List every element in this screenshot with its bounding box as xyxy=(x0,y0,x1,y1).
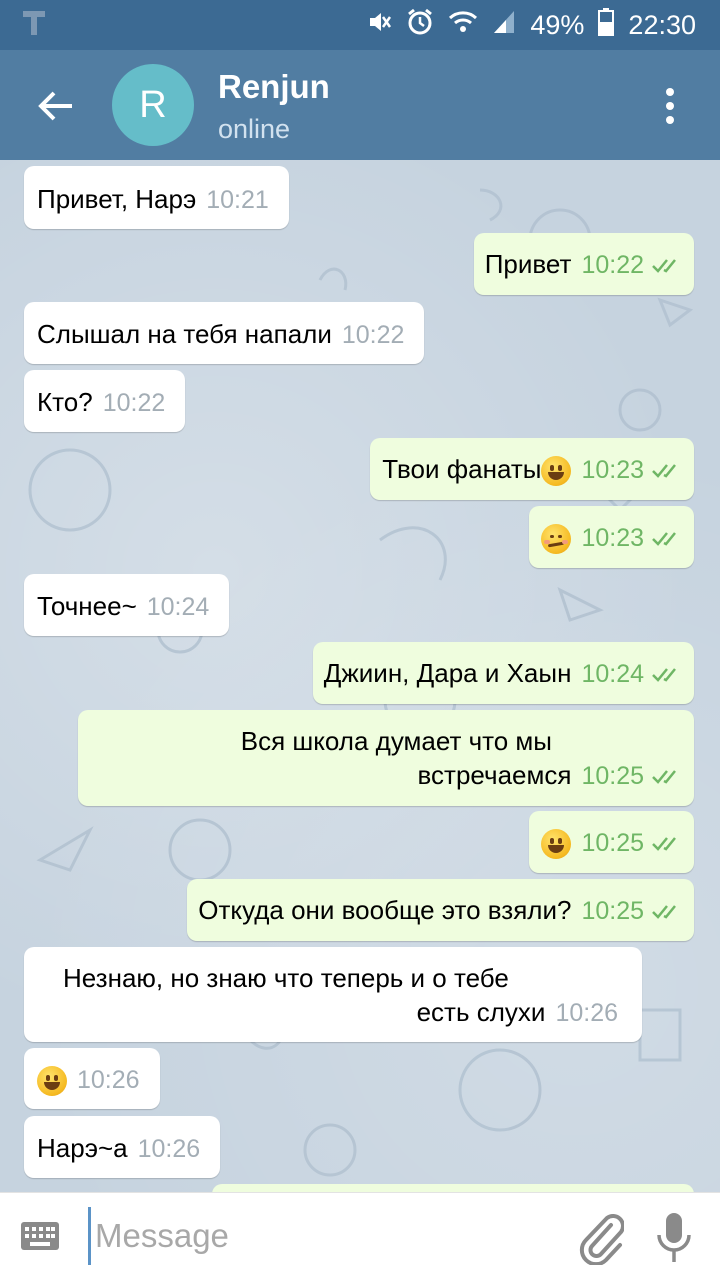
double-check-icon xyxy=(652,522,682,556)
message-text: встречаемся xyxy=(417,760,572,790)
chat-title[interactable]: Renjun xyxy=(218,68,330,106)
message-bubble-outgoing[interactable]: Привет 10:22 xyxy=(473,233,694,296)
message-time: 10:25 xyxy=(581,829,644,857)
message-bubble-outgoing[interactable]: Вся школа думает что мы встречаемся 10:25 xyxy=(78,710,694,807)
message-time: 10:24 xyxy=(146,593,210,621)
message-text: Точнее~ xyxy=(37,591,137,621)
wifi-icon xyxy=(448,9,478,42)
message-time: 10:26 xyxy=(137,1135,201,1163)
message-bubble-outgoing-partial[interactable] xyxy=(212,1184,694,1192)
message-bubble-incoming[interactable]: Привет, Нарэ 10:21 xyxy=(24,166,289,229)
message-time: 10:25 xyxy=(581,897,644,925)
back-arrow-icon[interactable] xyxy=(34,84,78,128)
message-text: Нарэ~а xyxy=(37,1133,128,1163)
message-bubble-outgoing[interactable]: Откуда они вообще это взяли? 10:25 xyxy=(187,879,694,942)
message-bubble-outgoing[interactable]: Твои фанаты 10:23 xyxy=(370,438,694,501)
alarm-icon xyxy=(406,8,434,43)
signal-icon xyxy=(492,9,516,42)
double-check-icon xyxy=(652,658,682,692)
microphone-icon[interactable] xyxy=(656,1211,692,1267)
avatar[interactable]: R xyxy=(112,64,194,146)
message-text: Джиин, Дара и Хаын xyxy=(323,658,572,688)
paperclip-icon[interactable] xyxy=(578,1211,625,1267)
chat-header: R Renjun online xyxy=(0,50,720,160)
message-time: 10:23 xyxy=(581,456,644,484)
message-bubble-incoming[interactable]: 10:26 xyxy=(24,1048,160,1109)
message-bubble-outgoing[interactable]: 10:23 xyxy=(529,506,694,569)
battery-percent: 49% xyxy=(530,10,585,40)
message-time: 10:26 xyxy=(555,999,618,1027)
keyboard-icon[interactable] xyxy=(20,1221,60,1251)
message-input[interactable] xyxy=(88,1207,557,1265)
message-time: 10:22 xyxy=(102,389,166,417)
message-text: Незнаю, но знаю что теперь и о тебе xyxy=(63,963,509,993)
message-bubble-incoming[interactable]: Слышал на тебя напали 10:22 xyxy=(24,302,425,364)
message-text: Кто? xyxy=(37,387,93,417)
message-text: Откуда они вообще это взяли? xyxy=(198,895,572,925)
message-time: 10:22 xyxy=(341,321,405,349)
battery-icon xyxy=(598,8,615,43)
message-bubble-outgoing[interactable]: Джиин, Дара и Хаын 10:24 xyxy=(312,642,694,705)
double-check-icon xyxy=(652,249,682,283)
status-bar: 49% 22:30 xyxy=(0,0,720,50)
message-text: Привет, Нарэ xyxy=(37,184,197,214)
message-time: 10:23 xyxy=(581,524,644,552)
app-notification-icon xyxy=(22,10,46,41)
more-options-icon[interactable] xyxy=(660,86,680,126)
message-time: 10:26 xyxy=(77,1066,140,1094)
double-check-icon xyxy=(652,454,682,488)
message-text: есть слухи xyxy=(416,997,546,1027)
double-check-icon xyxy=(652,895,682,929)
message-text: Твои фанаты xyxy=(382,454,542,484)
message-time: 10:25 xyxy=(581,762,644,790)
message-bubble-outgoing[interactable]: 10:25 xyxy=(529,811,694,874)
message-text: Привет xyxy=(484,249,572,279)
double-check-icon xyxy=(652,827,682,861)
mute-icon xyxy=(366,9,392,42)
message-time: 10:22 xyxy=(581,251,644,279)
message-bubble-incoming[interactable]: Кто? 10:22 xyxy=(24,370,186,432)
message-text: Вся школа думает что мы xyxy=(240,726,552,756)
message-bubble-incoming[interactable]: Точнее~ 10:24 xyxy=(24,574,230,636)
message-text: Слышал на тебя напали xyxy=(37,319,332,349)
smirking-emoji xyxy=(541,524,572,555)
grinning-emoji xyxy=(541,456,572,487)
double-check-icon xyxy=(652,760,682,794)
message-list[interactable]: Привет, Нарэ 10:21 Привет 10:22 Слышал на … xyxy=(0,160,720,1192)
message-composer xyxy=(0,1192,720,1281)
clock: 22:30 xyxy=(628,10,696,40)
message-time: 10:24 xyxy=(581,660,644,688)
message-bubble-incoming[interactable]: Нарэ~а 10:26 xyxy=(24,1116,221,1178)
message-bubble-incoming[interactable]: Незнаю, но знаю что теперь и о тебе есть… xyxy=(24,947,642,1042)
message-time: 10:21 xyxy=(206,186,269,214)
grinning-emoji xyxy=(541,829,572,860)
grinning-emoji xyxy=(37,1066,67,1097)
chat-status: online xyxy=(218,114,291,144)
